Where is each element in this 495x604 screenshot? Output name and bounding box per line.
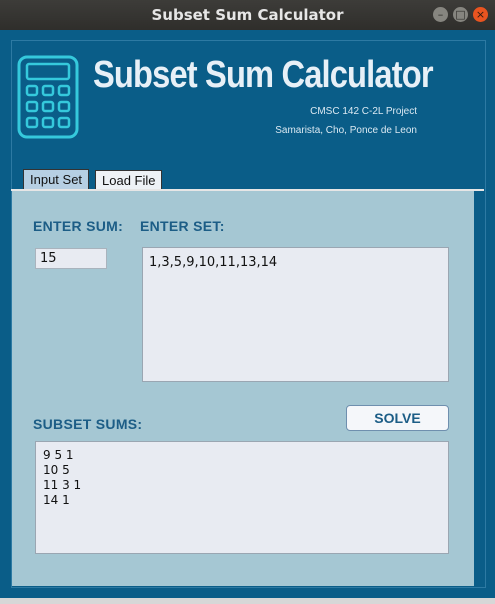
window-bottom-edge [0, 598, 495, 604]
tab-load-file[interactable]: Load File [95, 170, 163, 190]
results-textarea[interactable]: 9 5 1 10 5 11 3 1 14 1 [35, 441, 449, 554]
enter-set-label: ENTER SET: [140, 218, 225, 234]
result-line: 11 3 1 [43, 478, 82, 492]
result-line: 14 1 [43, 493, 70, 507]
sum-input[interactable]: 15 [35, 248, 107, 269]
tab-input-set[interactable]: Input Set [23, 169, 90, 190]
calculator-icon [17, 55, 79, 139]
result-line: 9 5 1 [43, 448, 74, 462]
maximize-icon[interactable]: □ [453, 7, 468, 22]
set-input[interactable]: 1,3,5,9,10,11,13,14 [142, 247, 449, 382]
subset-sums-label: SUBSET SUMS: [33, 416, 143, 432]
window-title: Subset Sum Calculator [151, 6, 344, 24]
minimize-icon[interactable]: – [433, 7, 448, 22]
close-icon[interactable]: × [473, 7, 488, 22]
authors-subtitle: Samarista, Cho, Ponce de Leon [275, 125, 417, 136]
app-title: Subset Sum Calculator [93, 54, 434, 96]
result-line: 10 5 [43, 463, 70, 477]
window-titlebar: Subset Sum Calculator – □ × [0, 0, 495, 30]
solve-button[interactable]: SOLVE [346, 405, 449, 431]
project-subtitle: CMSC 142 C-2L Project [310, 106, 417, 117]
enter-sum-label: ENTER SUM: [33, 218, 124, 234]
